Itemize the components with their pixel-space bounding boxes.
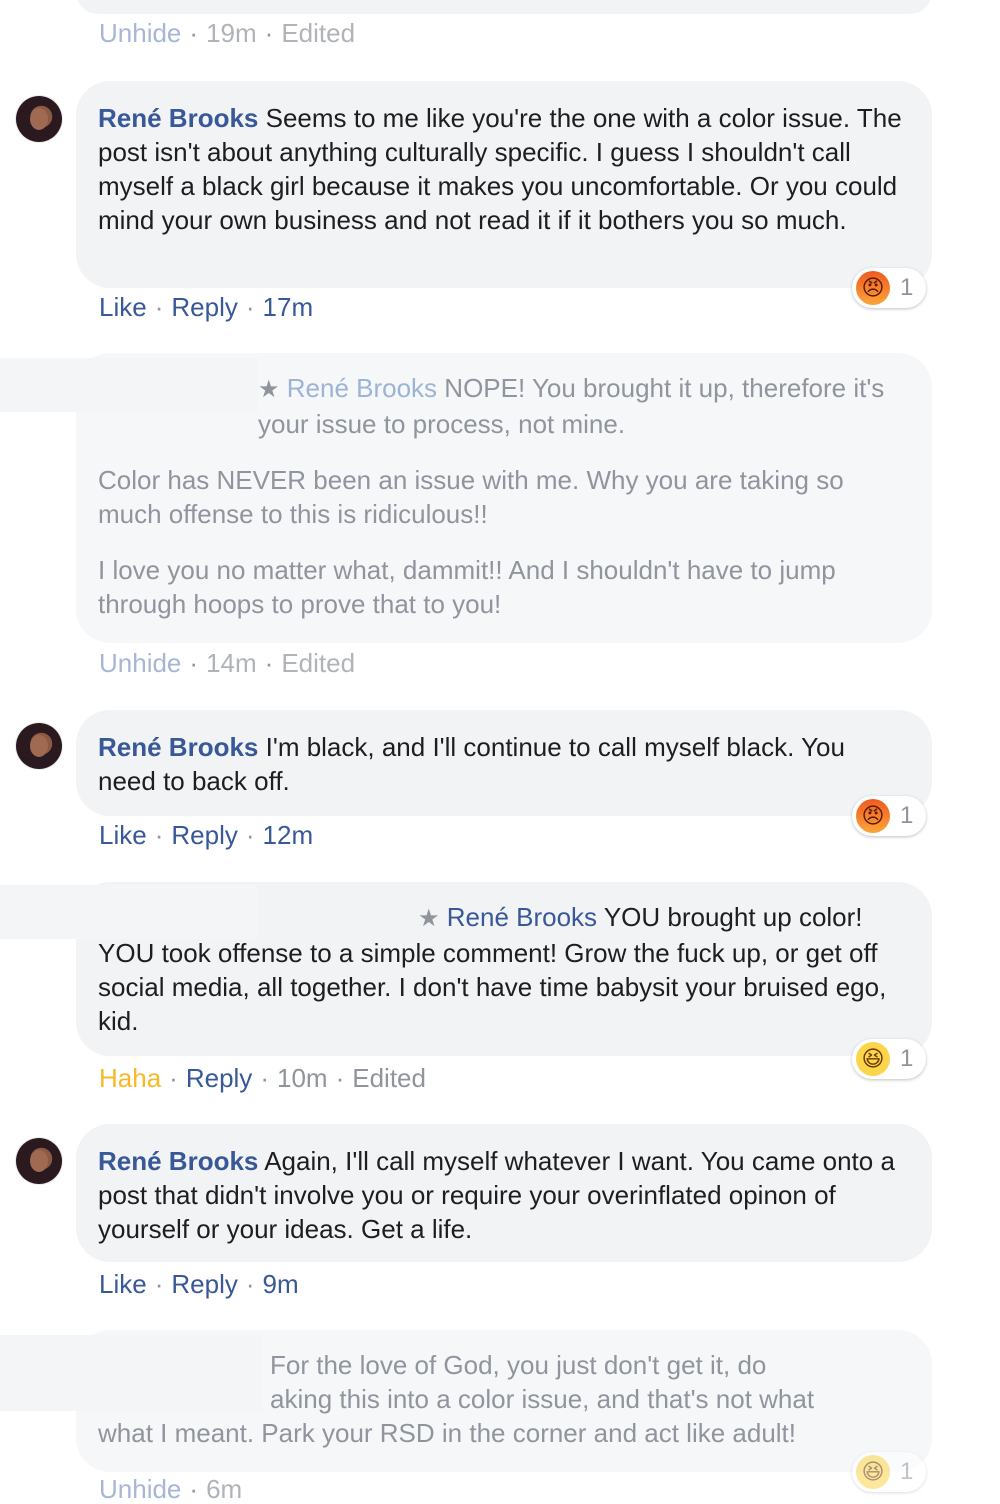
timestamp[interactable]: 14m (206, 648, 257, 678)
haha-reaction-link[interactable]: Haha (99, 1063, 161, 1093)
reaction-badge[interactable]: 😠 1 (852, 268, 926, 308)
comment-line: what I meant. Park your RSD in the corne… (98, 1418, 797, 1448)
like-link[interactable]: Like (99, 1269, 147, 1299)
separator: · (245, 292, 255, 322)
comment-bubble: René Brooks Again, I'll call myself what… (76, 1124, 932, 1262)
separator: · (245, 820, 255, 850)
unhide-link[interactable]: Unhide (99, 648, 181, 678)
separator: · (154, 1269, 164, 1299)
mention-link[interactable]: René Brooks (287, 373, 437, 403)
author-name[interactable]: René Brooks (98, 732, 258, 762)
avatar[interactable] (16, 96, 62, 142)
redaction-box (0, 885, 258, 939)
separator: · (264, 18, 274, 48)
edited-label[interactable]: Edited (281, 648, 355, 678)
separator: · (154, 292, 164, 322)
comment-actions: Like · Reply · 9m (99, 1269, 299, 1299)
avatar[interactable] (16, 723, 62, 769)
redaction-box (0, 358, 258, 412)
comment-actions: Like · Reply · 12m (99, 820, 313, 850)
reaction-count: 1 (900, 274, 914, 301)
reply-link[interactable]: Reply (171, 292, 237, 322)
haha-icon: 😆 (856, 1042, 890, 1076)
separator: · (169, 1063, 178, 1093)
angry-icon: 😠 (856, 271, 890, 305)
edited-label[interactable]: Edited (281, 18, 355, 48)
reaction-badge[interactable]: 😠 1 (852, 796, 926, 836)
star-icon: ★ (258, 376, 280, 403)
star-icon: ★ (418, 905, 440, 932)
comment-actions: Unhide · 19m · Edited (99, 18, 355, 48)
comment-bubble: René Brooks Seems to me like you're the … (76, 81, 932, 288)
timestamp[interactable]: 10m (277, 1063, 328, 1093)
haha-icon: 😆 (856, 1455, 890, 1489)
separator: · (260, 1063, 269, 1093)
comment-actions: Haha · Reply · 10m · Edited (99, 1063, 426, 1093)
reply-link[interactable]: Reply (171, 1269, 237, 1299)
separator: · (264, 648, 274, 678)
edited-label[interactable]: Edited (352, 1063, 426, 1093)
separator: · (245, 1269, 255, 1299)
like-link[interactable]: Like (99, 820, 147, 850)
reaction-badge[interactable]: 😆 1 (852, 1039, 926, 1079)
timestamp[interactable]: 9m (263, 1269, 299, 1299)
like-link[interactable]: Like (99, 292, 147, 322)
comment-paragraph: Color has NEVER been an issue with me. W… (98, 465, 844, 529)
comment-paragraph: I love you no matter what, dammit!! And … (98, 555, 836, 619)
timestamp[interactable]: 17m (263, 292, 314, 322)
reply-link[interactable]: Reply (171, 820, 237, 850)
timestamp[interactable]: 12m (263, 820, 314, 850)
timestamp[interactable]: 19m (206, 18, 257, 48)
separator: · (189, 18, 199, 48)
comment-actions: Unhide · 14m · Edited (99, 648, 355, 678)
mention-link[interactable]: René Brooks (447, 902, 597, 932)
comment-actions: Like · Reply · 17m (99, 292, 313, 322)
separator: · (335, 1063, 345, 1093)
separator: · (154, 820, 164, 850)
unhide-link[interactable]: Unhide (99, 18, 181, 48)
reply-link[interactable]: Reply (186, 1063, 252, 1093)
author-name[interactable]: René Brooks (98, 103, 258, 133)
reaction-count: 1 (900, 1045, 914, 1072)
separator: · (189, 648, 199, 678)
avatar[interactable] (16, 1138, 62, 1184)
previous-comment-bubble-edge (76, 0, 932, 14)
reaction-count: 1 (900, 1458, 914, 1485)
reaction-count: 1 (900, 802, 914, 829)
author-name[interactable]: René Brooks (98, 1146, 258, 1176)
reaction-badge[interactable]: 😆 1 (852, 1452, 926, 1492)
comment-bubble: René Brooks I'm black, and I'll continue… (76, 710, 932, 816)
angry-icon: 😠 (856, 799, 890, 833)
redaction-box (0, 1335, 262, 1411)
